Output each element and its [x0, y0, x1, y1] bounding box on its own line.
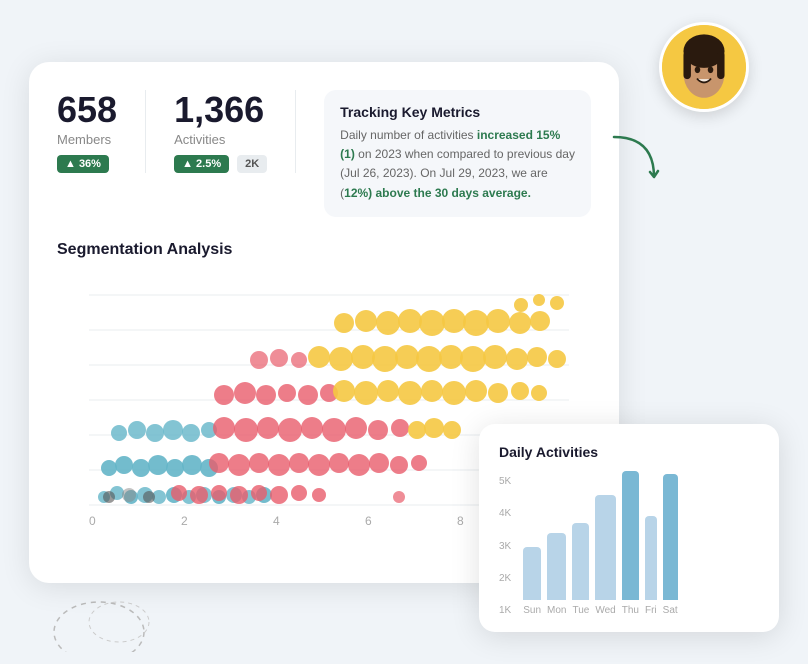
- bar-wed-label: Wed: [595, 605, 615, 616]
- members-label: Members: [57, 132, 117, 147]
- daily-activities-card: Daily Activities 5K 4K 3K 2K 1K Sun: [479, 424, 779, 632]
- bar-chart: 5K 4K 3K 2K 1K Sun Mon: [499, 476, 759, 616]
- bars-container: Sun Mon Tue Wed: [523, 476, 677, 616]
- bar-wed: Wed: [595, 495, 615, 616]
- bar-thu-fill: [622, 471, 639, 600]
- members-metric: 658 Members ▲ 36%: [57, 90, 146, 173]
- y-label-1k: 1K: [499, 605, 511, 616]
- activities-extra: 2K: [237, 155, 267, 173]
- bar-sun-fill: [523, 547, 541, 600]
- arrow-svg: [604, 127, 664, 207]
- tracking-highlight1: increased 15% (1): [340, 128, 560, 161]
- y-label-4k: 4K: [499, 508, 511, 519]
- bar-sat-label: Sat: [663, 605, 678, 616]
- bar-tue: Tue: [572, 523, 589, 616]
- segmentation-title: Segmentation Analysis: [57, 241, 591, 259]
- activities-value: 1,366: [174, 90, 267, 130]
- bar-mon: Mon: [547, 533, 566, 616]
- svg-text:8: 8: [457, 514, 464, 528]
- activities-metric: 1,366 Activities ▲ 2.5% 2K: [146, 90, 296, 173]
- activities-label: Activities: [174, 132, 267, 147]
- bar-tue-fill: [572, 523, 589, 600]
- y-label-2k: 2K: [499, 573, 511, 584]
- bar-sun: Sun: [523, 547, 541, 616]
- avatar: [659, 22, 749, 112]
- members-badge: ▲ 36%: [57, 155, 109, 173]
- daily-title: Daily Activities: [499, 444, 759, 460]
- y-label-3k: 3K: [499, 541, 511, 552]
- bar-tue-label: Tue: [572, 605, 589, 616]
- bar-wed-fill: [595, 495, 615, 600]
- bar-fri-fill: [645, 516, 657, 600]
- tracking-highlight2: 12%) above the 30 days average.: [344, 186, 531, 200]
- bar-fri: Fri: [645, 516, 657, 616]
- y-label-5k: 5K: [499, 476, 511, 487]
- bar-fri-label: Fri: [645, 605, 657, 616]
- avatar-svg: [662, 22, 746, 112]
- metrics-row: 658 Members ▲ 36% 1,366 Activities ▲ 2.5…: [57, 90, 591, 217]
- svg-text:0: 0: [89, 514, 96, 528]
- dashed-decoration: [49, 572, 169, 652]
- bar-mon-label: Mon: [547, 605, 566, 616]
- tracking-text: Daily number of activities increased 15%…: [340, 126, 575, 203]
- activities-badge: ▲ 2.5%: [174, 155, 229, 173]
- bar-sat-fill: [663, 474, 678, 600]
- svg-text:6: 6: [365, 514, 372, 528]
- tracking-box: Tracking Key Metrics Daily number of act…: [324, 90, 591, 217]
- bar-thu: Thu: [622, 471, 639, 616]
- bar-thu-label: Thu: [622, 605, 639, 616]
- bar-sat: Sat: [663, 474, 678, 616]
- bar-mon-fill: [547, 533, 566, 600]
- members-value: 658: [57, 90, 117, 130]
- svg-text:2: 2: [181, 514, 188, 528]
- y-axis: 5K 4K 3K 2K 1K: [499, 476, 511, 616]
- tracking-title: Tracking Key Metrics: [340, 104, 575, 120]
- bar-sun-label: Sun: [523, 605, 541, 616]
- svg-text:4: 4: [273, 514, 280, 528]
